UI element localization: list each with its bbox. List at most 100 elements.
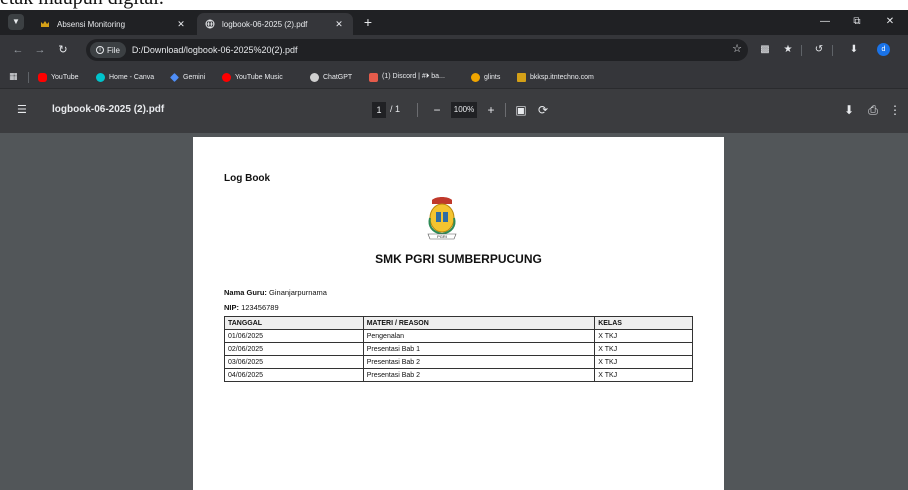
school-logo: PGRI (424, 196, 460, 242)
browser-toolbar: ← → ↻ i File D:/Download/logbook-06-2025… (0, 35, 908, 65)
document-heading: Log Book (224, 173, 271, 184)
youtube-music-icon (222, 72, 231, 82)
nip-label: NIP: (224, 303, 239, 312)
zoom-level-input[interactable]: 100% (451, 102, 477, 118)
pdf-page: Log Book PGRI SMK PGRI SUMBERPUCUNG Nama… (193, 137, 724, 490)
logbook-table: TANGGAL MATERI / REASON KELAS 01/06/2025… (224, 316, 693, 382)
cell-kelas: X TKJ (594, 355, 693, 369)
bookmark-label: (1) Discord | #⏵ ba... (382, 73, 445, 80)
nip-value: 123456789 (241, 303, 279, 312)
bookmark-label: Gemini (183, 73, 206, 81)
table-header-row: TANGGAL MATERI / REASON KELAS (224, 316, 693, 330)
print-icon[interactable]: ⎙ (865, 102, 881, 118)
bookmarks-bar: ▦ YouTube Home - Canva Gemini YouTube Mu… (0, 65, 908, 89)
bookmark-youtube-music[interactable]: YouTube Music (222, 70, 283, 84)
column-header-tanggal: TANGGAL (224, 316, 364, 330)
download-icon[interactable]: ⬇ (846, 42, 862, 58)
table-row: 04/06/2025 Presentasi Bab 2 X TKJ (224, 368, 693, 382)
profile-avatar[interactable]: d (877, 43, 890, 56)
url-text[interactable]: D:/Download/logbook-06-2025%20(2).pdf (132, 45, 298, 55)
bookmark-label: Home - Canva (109, 73, 155, 81)
glints-icon (471, 72, 480, 82)
rotate-icon[interactable]: ⟳ (535, 102, 551, 118)
cell-materi: Presentasi Bab 2 (362, 368, 596, 382)
info-icon: i (96, 46, 104, 54)
discord-icon (369, 72, 378, 82)
reload-button[interactable]: ↻ (55, 42, 71, 58)
column-header-kelas: KELAS (594, 316, 693, 330)
bookmark-label: glints (484, 73, 501, 81)
bookmark-chatgpt[interactable]: ChatGPT (310, 70, 352, 84)
download-pdf-icon[interactable]: ⬇ (841, 102, 857, 118)
background-document-strip: etak maupun digital. (0, 0, 908, 10)
tab-title: Absensi Monitoring (57, 19, 126, 29)
bookmark-discord[interactable]: (1) Discord | #⏵ ba... (369, 70, 445, 84)
cell-kelas: X TKJ (594, 368, 693, 382)
minimize-button[interactable]: — (815, 14, 835, 30)
pdf-toolbar-divider (505, 103, 506, 117)
bookmark-label: YouTube (51, 73, 79, 81)
browser-window: ▼ Absensi Monitoring ✕ logbook-06-2025 (… (0, 10, 908, 490)
bookmark-canva[interactable]: Home - Canva (96, 70, 154, 84)
bookmark-bkksp[interactable]: bkksp.itntechno.com (517, 70, 594, 84)
address-bar[interactable]: i File D:/Download/logbook-06-2025%20(2)… (86, 39, 748, 61)
close-tab-icon[interactable]: ✕ (175, 19, 187, 30)
restore-button[interactable]: ⧉ (847, 14, 867, 30)
school-name: SMK PGRI SUMBERPUCUNG (375, 252, 542, 266)
logo-text: PGRI (437, 234, 447, 239)
cell-tanggal: 04/06/2025 (224, 368, 364, 382)
bookmarks-divider (28, 72, 29, 83)
table-row: 03/06/2025 Presentasi Bab 2 X TKJ (224, 355, 693, 369)
teacher-label: Nama Guru: (224, 288, 267, 297)
extension-icon[interactable]: ▩ (757, 42, 773, 58)
site-info-label: File (107, 45, 120, 55)
crown-icon (40, 19, 50, 29)
teacher-name: Ginanjarpurnama (269, 288, 327, 297)
more-options-icon[interactable]: ⋮ (887, 102, 903, 118)
back-button[interactable]: ← (10, 42, 26, 58)
tab-logbook-pdf[interactable]: logbook-06-2025 (2).pdf ✕ (197, 13, 353, 35)
toolbar-divider (801, 45, 802, 56)
pdf-file-title: logbook-06-2025 (2).pdf (52, 104, 165, 115)
background-document-text: etak maupun digital. (0, 0, 164, 10)
cell-tanggal: 02/06/2025 (224, 342, 364, 356)
bookmark-glints[interactable]: glints (471, 70, 500, 84)
new-tab-button[interactable]: + (360, 14, 376, 30)
table-row: 02/06/2025 Presentasi Bab 1 X TKJ (224, 342, 693, 356)
cell-materi: Presentasi Bab 2 (362, 355, 596, 369)
menu-icon[interactable]: ☰ (17, 104, 31, 116)
history-icon[interactable]: ↺ (811, 42, 827, 58)
bookmark-label: ChatGPT (323, 73, 353, 81)
forward-button[interactable]: → (32, 42, 48, 58)
bookmark-star-icon[interactable]: ☆ (732, 42, 742, 55)
pdf-canvas[interactable]: Log Book PGRI SMK PGRI SUMBERPUCUNG Nama… (0, 133, 908, 490)
close-tab-icon[interactable]: ✕ (333, 19, 345, 30)
zoom-in-button[interactable]: + (483, 102, 499, 118)
crown-icon (517, 72, 526, 82)
nip-line: NIP: 123456789 (224, 303, 279, 312)
cell-kelas: X TKJ (594, 342, 693, 356)
tab-search-button[interactable]: ▼ (8, 14, 24, 30)
zoom-out-button[interactable]: − (429, 102, 445, 118)
gemini-icon (170, 72, 179, 82)
extensions-puzzle-icon[interactable]: ★ (780, 42, 796, 58)
teacher-line: Nama Guru: Ginanjarpurnama (224, 288, 327, 297)
bookmark-youtube[interactable]: YouTube (38, 70, 79, 84)
cell-kelas: X TKJ (594, 329, 693, 343)
site-info-chip[interactable]: i File (90, 42, 126, 58)
cell-materi: Pengenalan (362, 329, 596, 343)
globe-icon (205, 19, 215, 29)
pdf-toolbar: ☰ logbook-06-2025 (2).pdf 1 / 1 − 100% +… (0, 89, 908, 133)
page-total: / 1 (390, 104, 401, 114)
fit-page-icon[interactable]: ▣ (513, 102, 529, 118)
youtube-icon (38, 72, 47, 82)
bookmark-gemini[interactable]: Gemini (170, 70, 205, 84)
table-row: 01/06/2025 Pengenalan X TKJ (224, 329, 693, 343)
page-number-input[interactable]: 1 (372, 102, 386, 118)
chatgpt-icon (310, 72, 319, 82)
tab-strip: ▼ Absensi Monitoring ✕ logbook-06-2025 (… (0, 10, 908, 35)
apps-grid-icon[interactable]: ▦ (9, 71, 20, 82)
toolbar-divider (832, 45, 833, 56)
close-window-button[interactable]: ✕ (880, 14, 900, 30)
tab-absensi-monitoring[interactable]: Absensi Monitoring ✕ (32, 13, 195, 35)
